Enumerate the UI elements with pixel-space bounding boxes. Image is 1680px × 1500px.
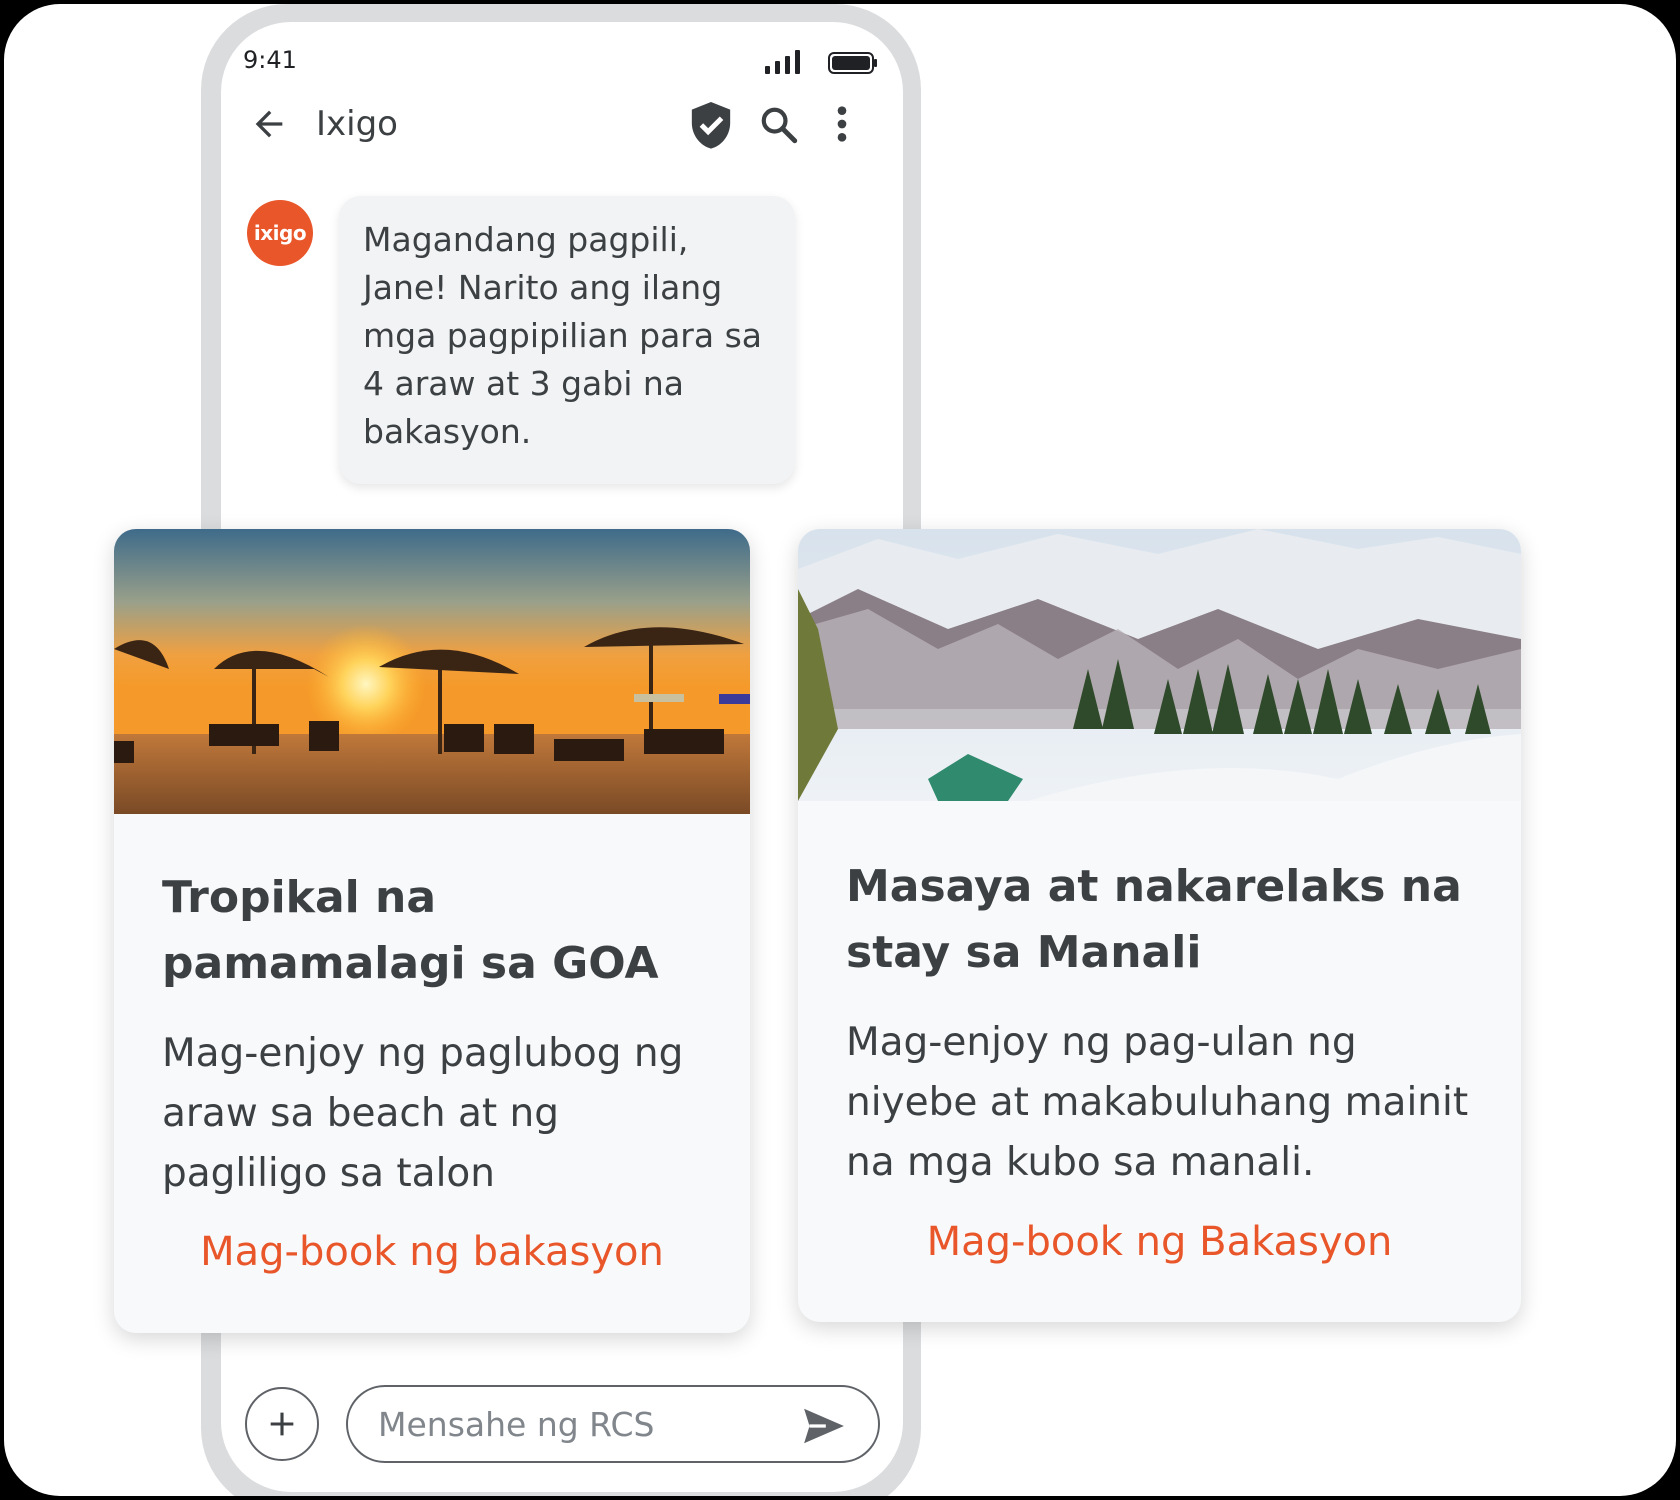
message-input[interactable]: Mensahe ng RCS <box>346 1385 880 1463</box>
add-attachment-button[interactable] <box>245 1387 319 1461</box>
card-description-line: na mga kubo sa manali. <box>846 1140 1315 1185</box>
card-title-line: Tropikal na <box>162 872 437 923</box>
message-line: 4 araw at 3 gabi na <box>363 364 685 403</box>
back-arrow-icon[interactable] <box>249 104 289 144</box>
message-line: mga pagpipilian para sa <box>363 316 762 355</box>
message-input-placeholder: Mensahe ng RCS <box>378 1405 655 1444</box>
signal-icon <box>765 50 800 74</box>
book-vacation-button[interactable]: Mag-book ng bakasyon <box>114 1229 750 1275</box>
conversation-title: Ixigo <box>316 104 398 144</box>
card-title-line: pamamalagi sa GOA <box>162 938 659 989</box>
plus-icon <box>270 1412 294 1436</box>
rich-card-goa[interactable]: Tropikal na pamamalagi sa GOA Mag-enjoy … <box>114 529 750 1333</box>
snowy-mountains-image <box>798 529 1521 801</box>
card-description-line: araw sa beach at ng <box>162 1091 560 1136</box>
sender-avatar[interactable]: ixigo <box>247 200 313 266</box>
message-bubble: Magandang pagpili, Jane! Narito ang ilan… <box>339 196 795 484</box>
card-title-line: Masaya at nakarelaks na <box>846 861 1462 912</box>
card-description: Mag-enjoy ng pag-ulan ng niyebe at makab… <box>846 1013 1468 1193</box>
card-description-line: Mag-enjoy ng pag-ulan ng <box>846 1020 1357 1065</box>
card-title-line: stay sa Manali <box>846 927 1202 978</box>
card-title: Masaya at nakarelaks na stay sa Manali <box>846 854 1462 986</box>
message-line: Jane! Narito ang ilang <box>363 268 723 307</box>
card-description-line: niyebe at makabuluhang mainit <box>846 1080 1469 1125</box>
card-title: Tropikal na pamamalagi sa GOA <box>162 865 659 997</box>
battery-icon <box>828 52 877 74</box>
status-time: 9:41 <box>243 46 297 74</box>
send-icon[interactable] <box>802 1407 846 1445</box>
card-description: Mag-enjoy ng paglubog ng araw sa beach a… <box>162 1024 683 1204</box>
more-vert-icon[interactable] <box>834 104 850 144</box>
search-icon[interactable] <box>758 104 800 146</box>
verified-shield-icon[interactable] <box>688 100 734 150</box>
card-description-line: pagliligo sa talon <box>162 1151 495 1196</box>
rich-card-manali[interactable]: Masaya at nakarelaks na stay sa Manali M… <box>798 529 1521 1322</box>
message-line: Magandang pagpili, <box>363 220 689 259</box>
canvas: 9:41 Ixigo ixigo Magandang pagpili, Jane… <box>4 4 1676 1496</box>
book-vacation-button[interactable]: Mag-book ng Bakasyon <box>798 1219 1521 1265</box>
beach-sunset-image <box>114 529 750 814</box>
card-description-line: Mag-enjoy ng paglubog ng <box>162 1031 684 1076</box>
message-line: bakasyon. <box>363 412 532 451</box>
